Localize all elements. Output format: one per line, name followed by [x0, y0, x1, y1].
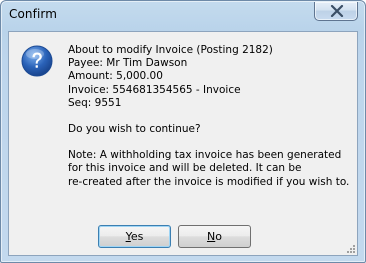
title-bar[interactable]: Confirm [1, 1, 365, 31]
window-title: Confirm [9, 7, 57, 21]
note-line: re-created after the invoice is modified… [68, 175, 350, 188]
invoice-line: Invoice: 554681354565 - Invoice [68, 83, 241, 96]
payee-line: Payee: Mr Tim Dawson [68, 57, 188, 70]
amount-line: Amount: 5,000.00 [68, 70, 163, 83]
close-icon [330, 5, 344, 17]
yes-label-rest: es [130, 230, 144, 243]
dialog-message: About to modify Invoice (Posting 2182) P… [68, 44, 354, 189]
no-button[interactable]: No [178, 225, 251, 248]
dialog-content: About to modify Invoice (Posting 2182) P… [8, 31, 358, 256]
note-line: Note: A withholding tax invoice has been… [68, 149, 342, 162]
no-label-rest: o [215, 230, 222, 243]
note-line: for this invoice and will be deleted. It… [68, 162, 302, 175]
resize-grip-icon[interactable] [346, 244, 356, 254]
confirm-dialog: Confirm About to modify Invoice (Posting… [0, 0, 366, 263]
question-icon [21, 45, 53, 77]
question-text: Do you wish to continue? [68, 123, 201, 136]
seq-line: Seq: 9551 [68, 96, 122, 109]
close-button[interactable] [314, 2, 358, 21]
yes-button[interactable]: Yes [98, 225, 171, 248]
no-accelerator: N [207, 230, 216, 243]
message-line: About to modify Invoice (Posting 2182) [68, 44, 273, 56]
